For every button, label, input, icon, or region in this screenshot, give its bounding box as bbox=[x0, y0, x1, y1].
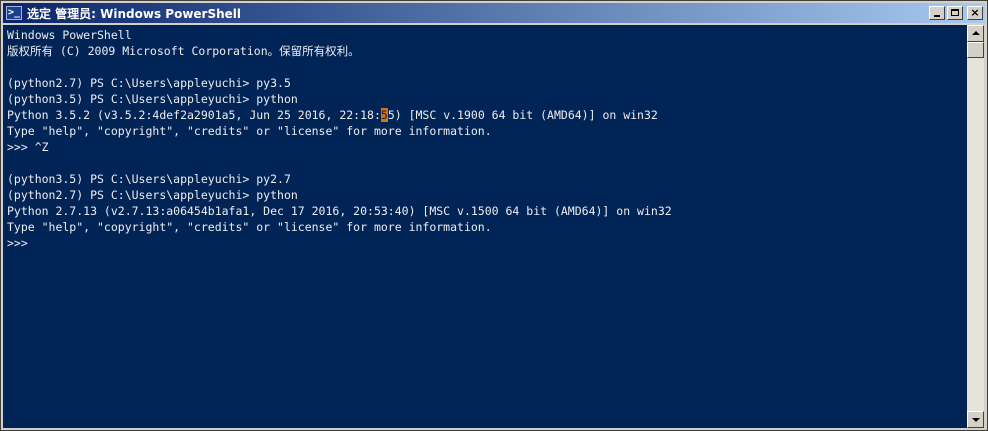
powershell-icon[interactable]: >_ bbox=[6, 6, 22, 20]
close-icon: × bbox=[970, 6, 980, 19]
console-line: 版权所有 (C) 2009 Microsoft Corporation。保留所有… bbox=[7, 44, 360, 58]
console-line: (python3.5) PS C:\Users\appleyuchi> py2.… bbox=[7, 172, 291, 186]
maximize-icon bbox=[951, 9, 959, 16]
console-line: (python3.5) PS C:\Users\appleyuchi> pyth… bbox=[7, 92, 298, 106]
title-bar[interactable]: >_ 选定 管理员: Windows PowerShell × bbox=[3, 3, 985, 23]
console-line: Python 2.7.13 (v2.7.13:a06454b1afa1, Dec… bbox=[7, 204, 672, 218]
scroll-up-button[interactable] bbox=[967, 25, 984, 42]
maximize-button[interactable] bbox=[947, 6, 963, 20]
text-cursor: 5 bbox=[380, 108, 388, 122]
console-line: Python 3.5.2 (v3.5.2:4def2a2901a5, Jun 2… bbox=[7, 108, 658, 122]
minimize-button[interactable] bbox=[929, 6, 945, 20]
console-line: (python2.7) PS C:\Users\appleyuchi> py3.… bbox=[7, 76, 291, 90]
window-title: 选定 管理员: Windows PowerShell bbox=[27, 6, 242, 21]
minimize-icon bbox=[934, 15, 940, 17]
arrow-down-icon bbox=[972, 418, 980, 422]
console-line: Windows PowerShell bbox=[7, 28, 132, 42]
arrow-up-icon bbox=[972, 31, 980, 35]
powershell-window: >_ 选定 管理员: Windows PowerShell × Windows … bbox=[0, 0, 988, 431]
scroll-thumb[interactable] bbox=[967, 42, 984, 58]
vertical-scrollbar[interactable] bbox=[967, 25, 984, 428]
console-output[interactable]: Windows PowerShell 版权所有 (C) 2009 Microsof… bbox=[3, 25, 967, 428]
scroll-down-button[interactable] bbox=[967, 411, 984, 428]
close-button[interactable]: × bbox=[967, 6, 983, 20]
console-line: Type "help", "copyright", "credits" or "… bbox=[7, 220, 492, 234]
console-line: >>> ^Z bbox=[7, 140, 49, 154]
console-line: >>> bbox=[7, 236, 28, 250]
console-line: Type "help", "copyright", "credits" or "… bbox=[7, 124, 492, 138]
window-controls: × bbox=[929, 6, 983, 20]
console-line: (python2.7) PS C:\Users\appleyuchi> pyth… bbox=[7, 188, 298, 202]
